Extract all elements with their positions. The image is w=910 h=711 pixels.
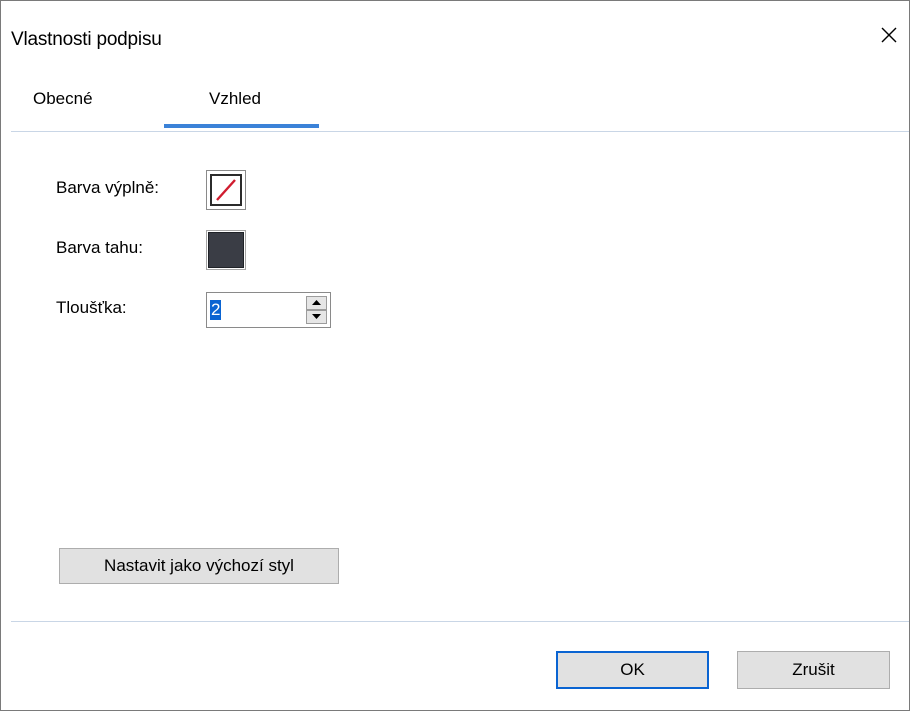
no-fill-icon [210,174,242,206]
stroke-color-swatch [208,232,244,268]
signature-properties-dialog: Vlastnosti podpisu Obecné Vzhled Barva v… [0,0,910,711]
thickness-stepper[interactable]: 2 [206,292,331,328]
set-default-style-button[interactable]: Nastavit jako výchozí styl [59,548,339,584]
thickness-label: Tloušťka: [56,298,127,317]
footer-divider [11,621,909,622]
tab-selected-indicator [164,124,319,128]
tab-bar: Obecné Vzhled [1,71,909,131]
close-icon [881,27,897,43]
cancel-button[interactable]: Zrušit [737,651,890,689]
stroke-color-picker[interactable] [206,230,246,270]
increment-button[interactable] [306,296,327,310]
dialog-title: Vlastnosti podpisu [11,29,162,50]
tab-general[interactable]: Obecné [33,89,93,109]
tabs-divider [11,131,909,132]
thickness-value[interactable]: 2 [210,300,222,320]
fill-color-label: Barva výplně: [56,178,159,197]
fill-color-picker[interactable] [206,170,246,210]
decrement-button[interactable] [306,310,327,324]
close-button[interactable] [877,23,901,47]
tab-appearance[interactable]: Vzhled [209,89,261,109]
stroke-color-label: Barva tahu: [56,238,143,257]
ok-button[interactable]: OK [556,651,709,689]
arrow-up-icon [312,300,321,305]
arrow-down-icon [312,314,321,319]
